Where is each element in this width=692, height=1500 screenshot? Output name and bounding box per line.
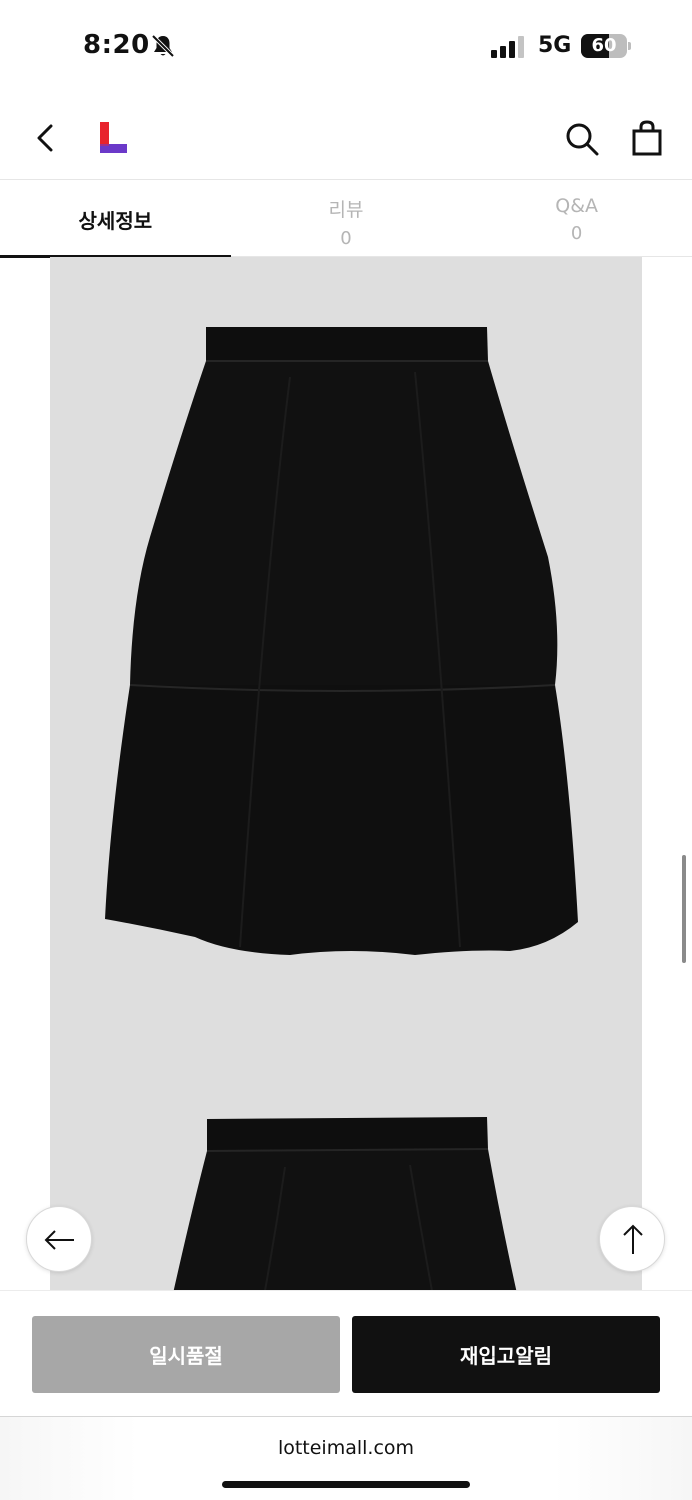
battery-level: 60	[591, 35, 617, 56]
tab-label: Q&A	[555, 195, 599, 217]
product-image-gallery	[50, 257, 642, 1297]
arrow-up-icon	[623, 1224, 643, 1254]
search-icon[interactable]	[565, 122, 599, 156]
status-bar: 8:20 5G 60	[0, 0, 692, 96]
home-indicator[interactable]	[222, 1481, 470, 1488]
battery-icon: 60	[581, 34, 633, 60]
page-scrollbar[interactable]	[682, 855, 686, 963]
product-image-skirt-back	[172, 1117, 518, 1297]
browser-address-bar[interactable]: lotteimall.com	[0, 1416, 692, 1500]
back-arrow-icon[interactable]	[28, 120, 62, 156]
tab-details[interactable]: 상세정보	[0, 181, 231, 258]
arrow-left-icon	[44, 1230, 74, 1250]
muted-bell-icon	[151, 34, 175, 58]
back-floating-button[interactable]	[26, 1206, 92, 1272]
status-time: 8:20	[83, 30, 150, 60]
purchase-action-bar: 일시품절 재입고알림	[0, 1290, 692, 1416]
app-header	[0, 96, 692, 180]
restock-alert-button[interactable]: 재입고알림	[352, 1316, 660, 1393]
tab-count: 0	[340, 228, 352, 249]
lotte-logo[interactable]	[98, 122, 128, 154]
scroll-to-top-button[interactable]	[599, 1206, 665, 1272]
url-text[interactable]: lotteimall.com	[0, 1437, 692, 1459]
product-image-skirt-front	[105, 327, 578, 955]
tab-qna[interactable]: Q&A 0	[461, 181, 692, 257]
soldout-button[interactable]: 일시품절	[32, 1316, 340, 1393]
detail-tabs: 상세정보 리뷰 0 Q&A 0	[0, 181, 692, 258]
network-type: 5G	[538, 33, 572, 58]
tab-count: 0	[570, 223, 583, 244]
tab-reviews[interactable]: 리뷰 0	[231, 181, 462, 257]
tab-label: 리뷰	[328, 199, 364, 221]
tab-label: 상세정보	[78, 209, 153, 233]
cellular-signal-icon	[491, 36, 524, 58]
shopping-bag-icon[interactable]	[631, 120, 663, 156]
